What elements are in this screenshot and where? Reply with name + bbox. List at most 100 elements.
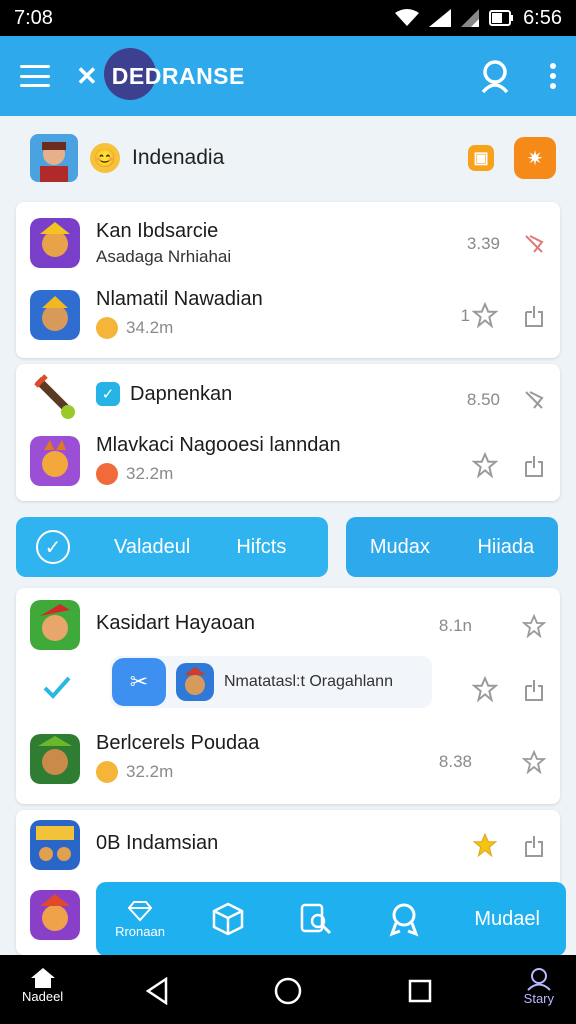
game-icon [30, 600, 80, 650]
share-icon[interactable] [522, 678, 546, 702]
check-circle-icon: ✓ [36, 530, 70, 564]
fb-caption: Rronaan [115, 923, 165, 939]
chip-text: Nmatatasl:t Oragahlann [224, 673, 393, 690]
segment-tab-left[interactable]: ✓ Valadeul Hifcts [16, 517, 328, 577]
fb-search-button[interactable] [272, 901, 360, 937]
shuffle-icon: ✂ [112, 658, 166, 706]
item-title: Kasidart Hayaoan [96, 612, 255, 634]
nav-story-tab[interactable]: Stary [524, 967, 554, 1006]
game-icon [30, 290, 80, 340]
item-meta: 34.2m [126, 318, 174, 337]
list-item[interactable]: Mlavkaci Nagooesi lanndan 32.2m [16, 434, 560, 496]
list-item[interactable]: Kasidart Hayaoan 8.1n [16, 596, 560, 656]
list-item[interactable]: Kan Ibdsarcie Asadaga Nrhiahai 3.39 [16, 212, 560, 276]
game-icon [30, 820, 80, 870]
smile-emoji-icon: 😊 [90, 143, 120, 173]
close-icon[interactable]: ✕ [76, 61, 98, 92]
fb-award-button[interactable] [360, 901, 448, 937]
list-item[interactable]: Nlamatil Nawadian 34.2m 1 [16, 284, 560, 348]
fb-box-button[interactable] [184, 901, 272, 937]
item-rating: 3.39 [466, 234, 500, 253]
game-icon [30, 734, 80, 784]
game-icon [30, 890, 80, 940]
list-card: Kan Ibdsarcie Asadaga Nrhiahai 3.39 Nlam… [16, 202, 560, 358]
share-icon[interactable] [522, 304, 546, 328]
box-icon [212, 902, 244, 936]
list-card: ✓ Dapnenkan 8.50 Mlavkaci Nagooesi lannd… [16, 364, 560, 501]
item-title: Berlcerels Poudaa [96, 732, 260, 754]
avatar[interactable] [30, 134, 78, 182]
home-icon [30, 968, 55, 988]
star-burst-icon[interactable]: ✷ [514, 137, 556, 179]
list-item[interactable]: ✓ Dapnenkan 8.50 [16, 368, 560, 428]
status-bar: 7:08 6:56 [0, 0, 576, 36]
coin-icon [96, 317, 118, 339]
star-icon[interactable] [472, 302, 498, 328]
item-rating: 8.50 [466, 390, 500, 409]
app-bar: ✕ DEDRANSE [0, 36, 576, 116]
search-doc-icon [300, 903, 332, 935]
more-icon[interactable] [550, 63, 556, 89]
floating-action-bar: Rronaan Mudael [96, 882, 566, 956]
star-icon[interactable] [522, 614, 546, 638]
battery-icon [489, 10, 514, 26]
weapon-icon [34, 374, 75, 419]
pin-off-icon[interactable] [522, 232, 546, 256]
segment-tab-right[interactable]: Mudax Hiiada [346, 517, 558, 577]
signal-bars-icon [461, 9, 480, 27]
back-icon[interactable] [144, 977, 170, 1005]
recents-icon[interactable] [408, 979, 432, 1003]
item-rating: 1 [460, 306, 470, 325]
search-icon[interactable] [478, 58, 514, 94]
system-nav-bar: Nadeel Stary [0, 955, 576, 1024]
star-filled-icon[interactable] [472, 832, 498, 858]
share-icon[interactable] [522, 834, 546, 858]
star-icon[interactable] [522, 750, 546, 774]
game-icon [30, 218, 80, 268]
item-title: Mlavkaci Nagooesi lanndan [96, 434, 341, 456]
wifi-icon [395, 9, 420, 26]
app-logo: DEDRANSE [102, 48, 245, 104]
list-card: Kasidart Hayaoan 8.1n ✂ Nmatatasl:t Orag… [16, 588, 560, 804]
nav-home-tab[interactable]: Nadeel [22, 967, 63, 1004]
item-title: 0B Indamsian [96, 832, 219, 854]
game-icon [30, 436, 80, 486]
segment-label: Hiiada [477, 535, 535, 558]
check-icon [43, 676, 71, 699]
home-button-icon[interactable] [274, 977, 302, 1005]
item-meta: 32.2m [126, 762, 174, 781]
status-clock: 6:56 [523, 6, 562, 29]
diamond-icon [127, 900, 153, 921]
star-icon[interactable] [472, 676, 498, 702]
linked-item-chip[interactable]: ✂ Nmatatasl:t Oragahlann [110, 656, 432, 708]
pin-off-icon[interactable] [522, 388, 546, 412]
segment-label: Hifcts [236, 535, 287, 558]
nav-story-label: Stary [523, 991, 554, 1006]
star-icon[interactable] [472, 452, 498, 478]
segment-label: Valadeul [114, 535, 191, 558]
list-item[interactable]: Berlcerels Poudaa 32.2m 8.38 [16, 728, 560, 792]
signal-icon [429, 9, 452, 27]
app-title: DEDRANSE [111, 62, 245, 89]
item-rating: 8.38 [438, 752, 472, 771]
fb-label[interactable]: Mudael [474, 908, 540, 931]
item-rating: 8.1n [438, 616, 472, 635]
item-title: Nlamatil Nawadian [96, 288, 263, 310]
status-time: 7:08 [14, 6, 53, 29]
section-title: Indenadia [132, 146, 225, 169]
nav-home-label: Nadeel [22, 989, 64, 1004]
notification-badge-icon[interactable]: ▣ [468, 145, 494, 171]
profile-icon [527, 968, 551, 991]
segment-label: Mudax [369, 535, 430, 558]
menu-icon[interactable] [20, 65, 50, 87]
list-item[interactable]: ✂ Nmatatasl:t Oragahlann [16, 656, 560, 718]
list-item[interactable]: 0B Indamsian [16, 816, 560, 876]
item-meta: 32.2m [126, 464, 174, 483]
item-title: Kan Ibdsarcie [96, 220, 219, 242]
coin-icon [96, 761, 118, 783]
gem-icon [96, 463, 118, 485]
section-header: 😊 Indenadia ▣ ✷ [16, 124, 560, 192]
share-icon[interactable] [522, 454, 546, 478]
fb-diamond-button[interactable]: Rronaan [96, 900, 184, 939]
item-subtitle: Asadaga Nrhiahai [96, 247, 232, 266]
